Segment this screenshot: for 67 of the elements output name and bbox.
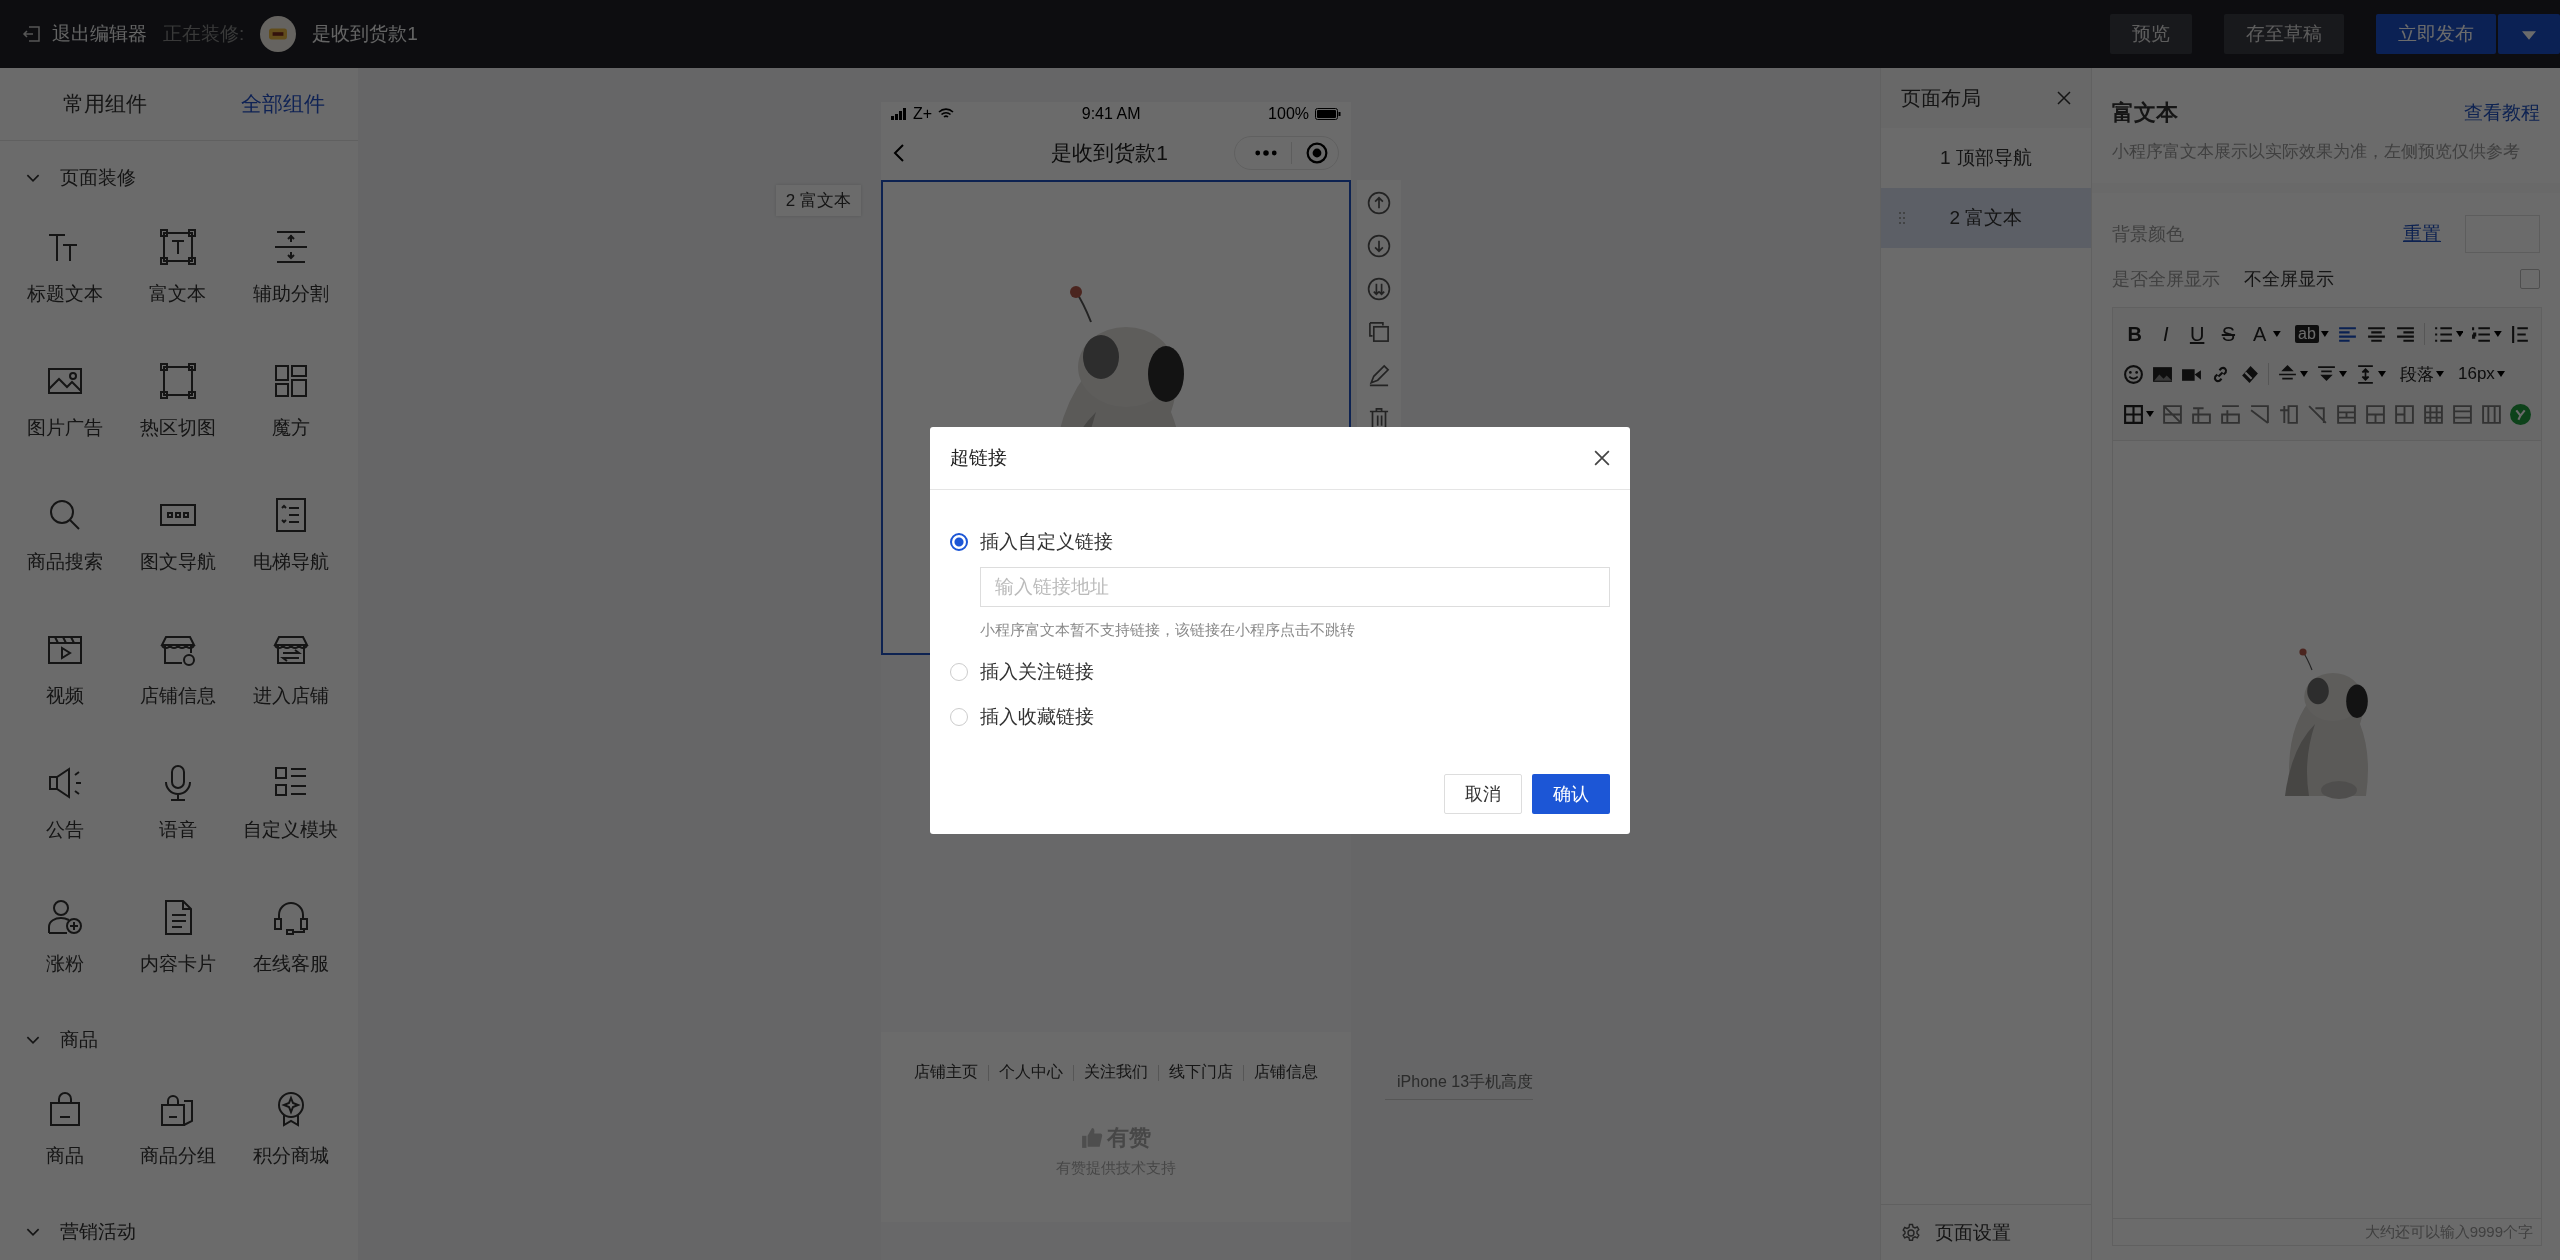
group-title: 页面装修 (60, 166, 136, 190)
reset-link[interactable]: 重置 (2403, 221, 2441, 247)
component-label[interactable]: 图文导航 (139, 549, 216, 575)
page-name: 是收到货款1 (312, 22, 418, 46)
format-button[interactable]: A (2248, 322, 2272, 346)
component-label[interactable]: 辅助分割 (252, 281, 329, 307)
footer-link[interactable]: 线下门店 (1169, 1062, 1233, 1083)
carrier-text: Z+ (913, 105, 933, 123)
publish-button[interactable]: 立即发布 (2376, 14, 2496, 54)
footer-link[interactable]: 店铺主页 (914, 1062, 978, 1083)
page-settings-label[interactable]: 页面设置 (1935, 1219, 2011, 1246)
footer-link[interactable]: 店铺信息 (1254, 1062, 1318, 1083)
component-label[interactable]: 公告 (45, 817, 84, 843)
layout-item-label: 1 顶部导航 (1940, 146, 2032, 170)
highlight-button[interactable]: ab (2295, 325, 2319, 343)
component-label[interactable]: 涨粉 (45, 951, 84, 977)
field-value: 不全屏显示 (2244, 268, 2334, 291)
component-label[interactable]: 图片广告 (26, 415, 103, 441)
exit-editor-button[interactable]: 退出编辑器 (22, 21, 147, 47)
component-label[interactable]: 魔方 (271, 415, 310, 441)
format-button[interactable]: B (2123, 322, 2147, 346)
component-label[interactable]: 视频 (45, 683, 84, 709)
component-label[interactable]: 富文本 (149, 281, 206, 307)
format-button[interactable]: S (2216, 322, 2240, 346)
component-label[interactable]: 积分商城 (252, 1143, 329, 1169)
option-label[interactable]: 插入关注链接 (980, 659, 1094, 685)
status-time: 9:41 AM (1081, 105, 1141, 123)
component-label[interactable]: 热区切图 (139, 415, 216, 441)
component-label[interactable]: 内容卡片 (139, 951, 216, 977)
option-label[interactable]: 插入收藏链接 (980, 704, 1094, 730)
link-input-field[interactable]: 输入链接地址 (980, 566, 1610, 607)
toolbar-button[interactable]: 预览 (2110, 14, 2192, 54)
block-label: 2 富文本 (775, 185, 861, 216)
confirm-button[interactable]: 确认 (1532, 773, 1610, 814)
option-label[interactable]: 插入自定义链接 (980, 529, 1113, 555)
component-tab[interactable]: 常用组件 (38, 90, 172, 118)
component-label[interactable]: 电梯导航 (252, 549, 329, 575)
component-label[interactable]: 在线客服 (252, 951, 329, 977)
layout-item[interactable]: 1 顶部导航 (1881, 128, 2091, 188)
layout-item-label: 2 富文本 (1949, 206, 2023, 230)
component-label[interactable]: 商品搜索 (26, 549, 103, 575)
format-button[interactable]: I (2154, 322, 2178, 346)
panel-title: 页面布局 (1901, 85, 1981, 111)
footer-link[interactable]: 关注我们 (1084, 1062, 1148, 1083)
group-title: 商品 (60, 1028, 98, 1052)
component-label[interactable]: 自定义模块 (243, 817, 338, 843)
panel-title: 富文本 (2112, 99, 2178, 127)
footer-link[interactable]: 个人中心 (999, 1062, 1063, 1083)
component-label[interactable]: 商品分组 (139, 1143, 216, 1169)
group-title: 营销活动 (60, 1220, 136, 1244)
toolbar-button[interactable]: 存至草稿 (2224, 14, 2344, 54)
component-tab[interactable]: 全部组件 (216, 90, 350, 118)
field-hint: 小程序富文本暂不支持链接，该链接在小程序点击不跳转 (980, 620, 1356, 640)
component-label[interactable]: 语音 (158, 817, 197, 843)
layout-item[interactable]: 2 富文本 (1881, 188, 2091, 248)
component-label[interactable]: 标题文本 (26, 281, 103, 307)
battery-text: 100% (1268, 105, 1309, 123)
component-label[interactable]: 店铺信息 (139, 683, 216, 709)
tutorial-link[interactable]: 查看教程 (2464, 100, 2540, 126)
block-format-select[interactable]: 段落 (2400, 362, 2434, 386)
phone-title: 是收到货款1 (1050, 140, 1169, 166)
component-label[interactable]: 进入店铺 (252, 683, 329, 709)
format-button[interactable]: U (2185, 322, 2209, 346)
font-size-select[interactable]: 16px (2458, 364, 2495, 384)
cancel-button[interactable]: 取消 (1444, 773, 1522, 814)
component-label[interactable]: 商品 (45, 1143, 84, 1169)
dialog-title: 超链接 (950, 445, 1007, 470)
